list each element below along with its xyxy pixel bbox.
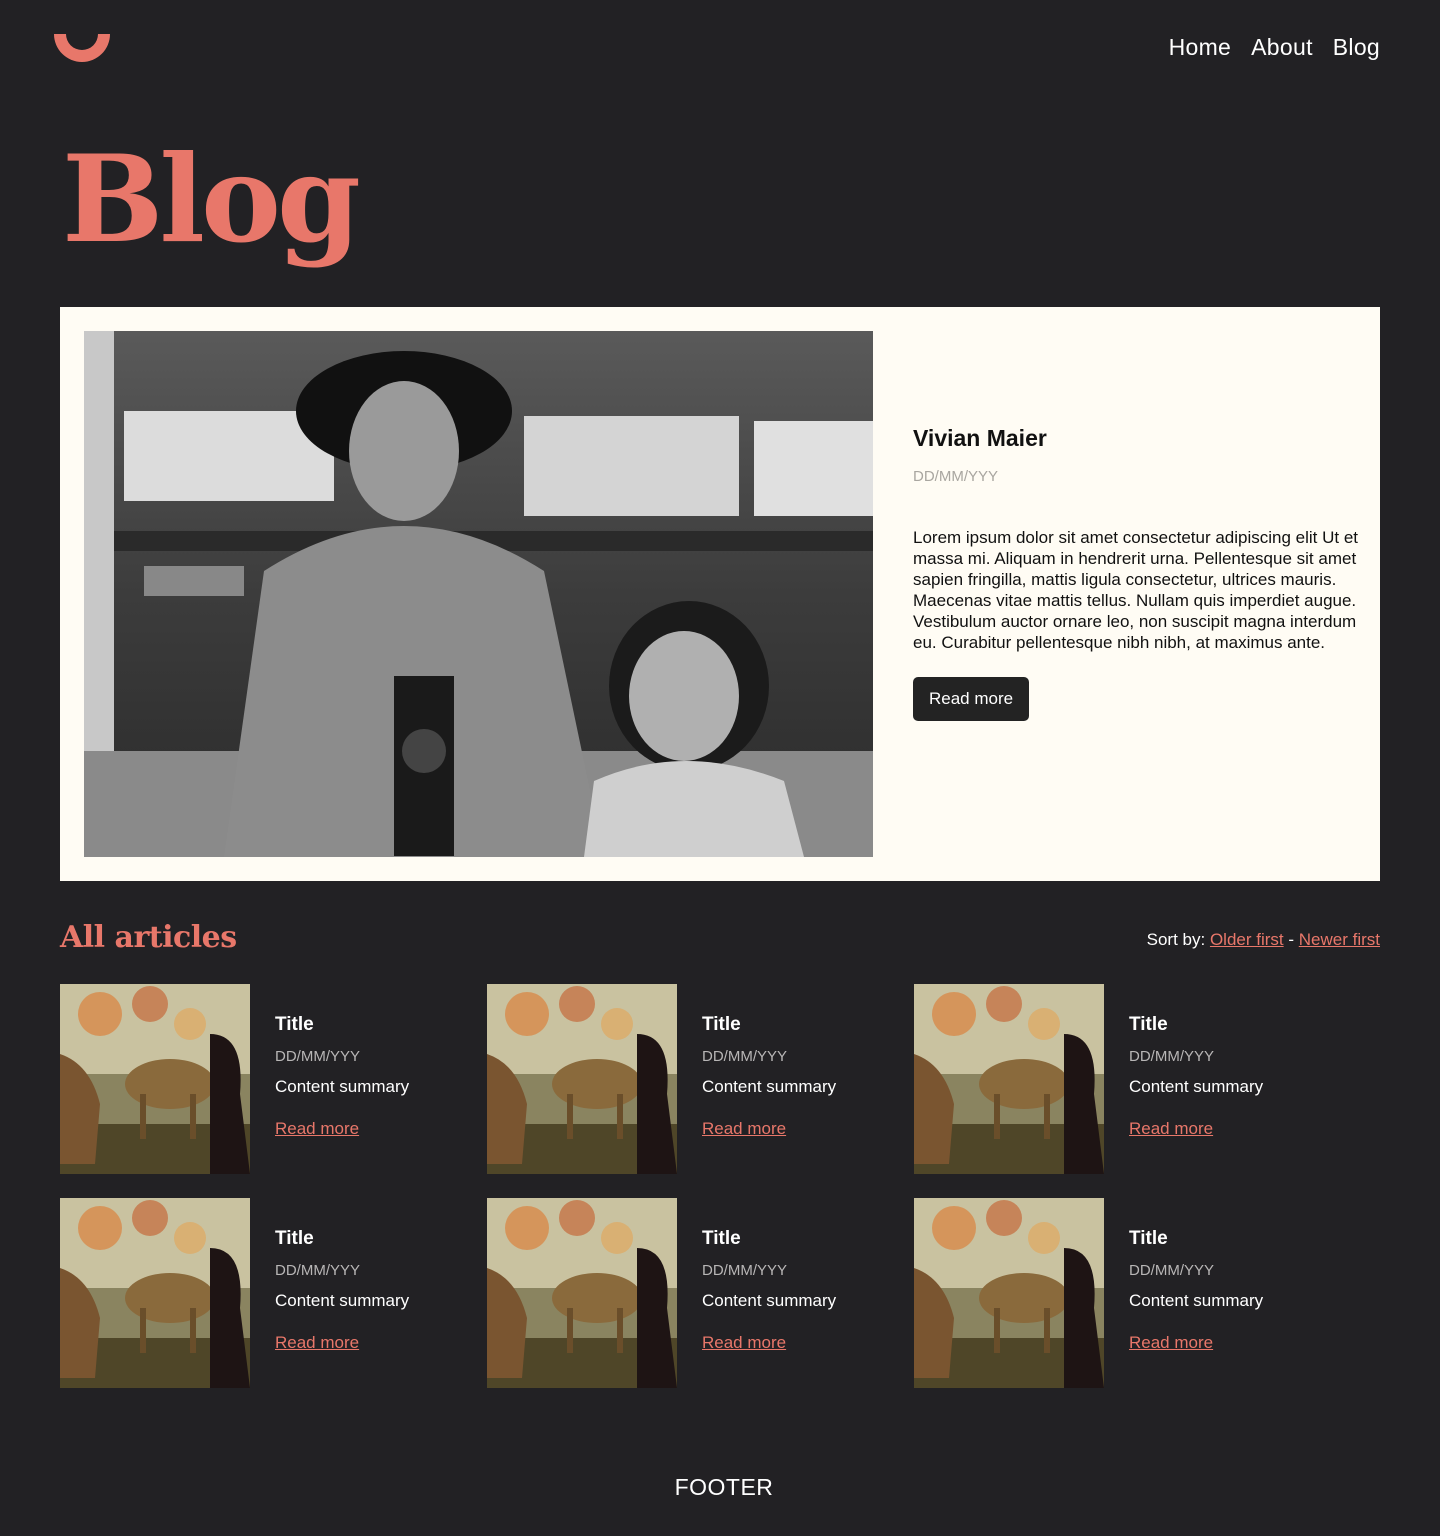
article-date: DD/MM/YYY (1129, 1262, 1215, 1279)
article-title[interactable]: Title (702, 1014, 836, 1036)
article-read-more-link[interactable]: Read more (1129, 1333, 1213, 1353)
footer: FOOTER (674, 1474, 774, 1500)
article-thumbnail[interactable] (60, 1198, 250, 1388)
nav-home[interactable]: Home (1169, 34, 1232, 61)
article-body: Title DD/MM/YYY Content summary Read mor… (275, 984, 409, 1174)
article-card: Title DD/MM/YYY Content summary Read mor… (487, 1198, 914, 1388)
article-body: Title DD/MM/YYY Content summary Read mor… (702, 984, 836, 1174)
nav-blog[interactable]: Blog (1333, 34, 1380, 61)
article-thumbnail[interactable] (487, 1198, 677, 1388)
article-date: DD/MM/YYY (702, 1262, 788, 1279)
sort-label: Sort by: (1146, 930, 1206, 949)
article-date: DD/MM/YYY (275, 1262, 361, 1279)
article-title[interactable]: Title (702, 1228, 836, 1250)
article-thumbnail[interactable] (914, 984, 1104, 1174)
main-nav: Home About Blog (1169, 34, 1380, 61)
featured-photo[interactable] (84, 331, 873, 857)
article-thumbnail[interactable] (487, 984, 677, 1174)
featured-read-more-button[interactable]: Read more (913, 677, 1030, 721)
article-body: Title DD/MM/YYY Content summary Read mor… (702, 1198, 836, 1388)
article-title[interactable]: Title (275, 1228, 409, 1250)
article-summary: Content summary (275, 1077, 410, 1096)
article-thumbnail[interactable] (60, 984, 250, 1174)
article-card: Title DD/MM/YYY Content summary Read mor… (914, 1198, 1341, 1388)
article-date: DD/MM/YYY (275, 1048, 361, 1065)
sort-older-link[interactable]: Older first (1210, 930, 1284, 949)
article-body: Title DD/MM/YYY Content summary Read mor… (275, 1198, 409, 1388)
article-card: Title DD/MM/YYY Content summary Read mor… (914, 984, 1341, 1174)
articles-grid: Title DD/MM/YYY Content summary Read mor… (60, 984, 1380, 1388)
article-title[interactable]: Title (1129, 1014, 1263, 1036)
article-title[interactable]: Title (275, 1014, 409, 1036)
nav-about[interactable]: About (1251, 34, 1313, 61)
article-thumbnail[interactable] (914, 1198, 1104, 1388)
page-title: Blog (62, 129, 361, 270)
article-date: DD/MM/YYY (702, 1048, 788, 1065)
featured-excerpt: Lorem ipsum dolor sit amet consectetur a… (913, 528, 1359, 652)
article-read-more-link[interactable]: Read more (702, 1119, 786, 1139)
article-card: Title DD/MM/YYY Content summary Read mor… (60, 1198, 487, 1388)
featured-title[interactable]: Vivian Maier (913, 425, 1363, 452)
logo-icon[interactable] (52, 34, 112, 64)
featured-text: Vivian Maier DD/MM/YYY Lorem ipsum dolor… (913, 425, 1363, 721)
article-summary: Content summary (275, 1291, 410, 1310)
article-card: Title DD/MM/YYY Content summary Read mor… (60, 984, 487, 1174)
article-summary: Content summary (1129, 1077, 1264, 1096)
article-read-more-link[interactable]: Read more (275, 1119, 359, 1139)
featured-date: DD/MM/YYY (913, 468, 999, 485)
article-summary: Content summary (702, 1291, 837, 1310)
section-title: All articles (60, 920, 237, 955)
featured-post: Vivian Maier DD/MM/YYY Lorem ipsum dolor… (60, 307, 1380, 881)
article-read-more-link[interactable]: Read more (275, 1333, 359, 1353)
article-title[interactable]: Title (1129, 1228, 1263, 1250)
article-read-more-link[interactable]: Read more (1129, 1119, 1213, 1139)
article-body: Title DD/MM/YYY Content summary Read mor… (1129, 1198, 1263, 1388)
sort-newer-link[interactable]: Newer first (1299, 930, 1380, 949)
article-summary: Content summary (1129, 1291, 1264, 1310)
article-body: Title DD/MM/YYY Content summary Read mor… (1129, 984, 1263, 1174)
article-card: Title DD/MM/YYY Content summary Read mor… (487, 984, 914, 1174)
sort-controls: Sort by: Older first - Newer first (1147, 930, 1380, 950)
article-summary: Content summary (702, 1077, 837, 1096)
article-read-more-link[interactable]: Read more (702, 1333, 786, 1353)
sort-separator: - (1288, 930, 1295, 949)
article-date: DD/MM/YYY (1129, 1048, 1215, 1065)
